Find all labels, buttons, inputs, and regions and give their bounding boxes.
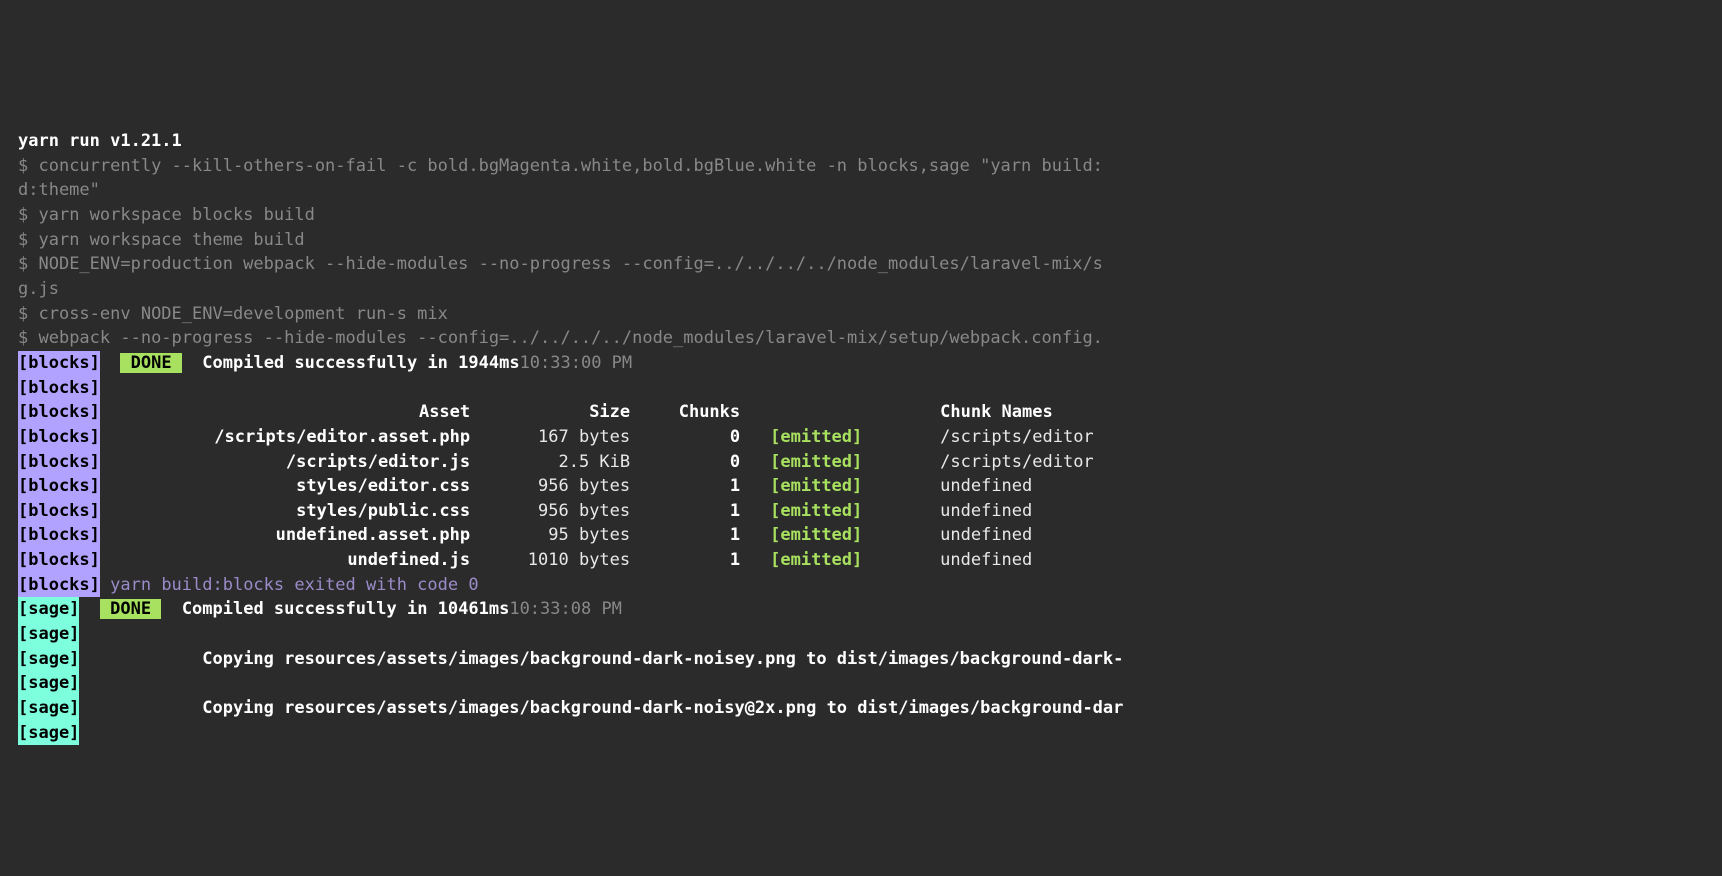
tag-sage: [sage] [18, 622, 79, 647]
chunks-cell: 1 [630, 499, 740, 524]
emitted-cell: [emitted] [740, 499, 910, 524]
prompt: $ [18, 230, 38, 250]
compiled-msg-sage: Compiled successfully in 10461ms [182, 599, 510, 619]
size-cell: 956 bytes [470, 499, 630, 524]
emitted-cell: [emitted] [740, 548, 910, 573]
emitted-cell: [emitted] [740, 523, 910, 548]
asset-cell: undefined.asset.php [110, 523, 470, 548]
chunkname-cell: /scripts/editor [910, 450, 1094, 475]
tag-blocks: [blocks] [18, 376, 100, 401]
cmd-webpack-prod-cont: g.js [18, 279, 59, 299]
chunks-cell: 1 [630, 548, 740, 573]
size-cell: 2.5 KiB [470, 450, 630, 475]
tag-sage: [sage] [18, 721, 79, 746]
chunkname-cell: undefined [910, 499, 1032, 524]
tag-blocks: [blocks] [18, 474, 100, 499]
tag-blocks: [blocks] [18, 450, 100, 475]
emitted-cell: [emitted] [740, 425, 910, 450]
cmd-webpack-prod: NODE_ENV=production webpack --hide-modul… [38, 254, 1102, 274]
col-chunks-hdr: Chunks [630, 400, 740, 425]
tag-blocks: [blocks] [18, 425, 100, 450]
tag-blocks: [blocks] [18, 499, 100, 524]
tag-sage: [sage] [18, 671, 79, 696]
tag-sage: [sage] [18, 696, 79, 721]
cmd-crossenv: cross-env NODE_ENV=development run-s mix [38, 304, 447, 324]
asset-cell: undefined.js [110, 548, 470, 573]
exit-line: yarn build:blocks exited with code 0 [110, 575, 478, 595]
cmd-concurrently: concurrently --kill-others-on-fail -c bo… [38, 156, 1102, 176]
tag-blocks: [blocks] [18, 523, 100, 548]
chunks-cell: 0 [630, 425, 740, 450]
size-cell: 95 bytes [470, 523, 630, 548]
asset-cell: styles/public.css [110, 499, 470, 524]
chunkname-cell: undefined [910, 474, 1032, 499]
cmd-webpack-dev: webpack --no-progress --hide-modules --c… [38, 328, 1102, 348]
col-asset-hdr: Asset [110, 400, 470, 425]
chunkname-cell: /scripts/editor [910, 425, 1094, 450]
asset-cell: styles/editor.css [110, 474, 470, 499]
chunks-cell: 1 [630, 474, 740, 499]
tag-blocks: [blocks] [18, 548, 100, 573]
compiled-msg-blocks: Compiled successfully in 1944ms [202, 353, 519, 373]
chunks-cell: 0 [630, 450, 740, 475]
tag-blocks: [blocks] [18, 573, 100, 598]
cmd-workspace-blocks: yarn workspace blocks build [38, 205, 314, 225]
asset-cell: /scripts/editor.js [110, 450, 470, 475]
tag-sage: [sage] [18, 647, 79, 672]
prompt: $ [18, 304, 38, 324]
size-cell: 1010 bytes [470, 548, 630, 573]
yarn-header: yarn run v1.21.1 [18, 131, 182, 151]
emitted-cell: [emitted] [740, 474, 910, 499]
copying-line-2: Copying resources/assets/images/backgrou… [202, 698, 1123, 718]
col-size-hdr: Size [470, 400, 630, 425]
size-cell: 167 bytes [470, 425, 630, 450]
compiled-time-blocks: 10:33:00 PM [520, 353, 633, 373]
prompt: $ [18, 328, 38, 348]
done-badge-sage: DONE [100, 599, 161, 619]
chunks-cell: 1 [630, 523, 740, 548]
copying-line-1: Copying resources/assets/images/backgrou… [202, 649, 1123, 669]
tag-sage: [sage] [18, 597, 79, 622]
terminal-output: yarn run v1.21.1 $ concurrently --kill-o… [18, 105, 1722, 746]
emitted-cell: [emitted] [740, 450, 910, 475]
col-names-hdr: Chunk Names [910, 400, 1053, 425]
prompt: $ [18, 254, 38, 274]
done-badge-blocks: DONE [120, 353, 181, 373]
chunkname-cell: undefined [910, 548, 1032, 573]
cmd-workspace-theme: yarn workspace theme build [38, 230, 304, 250]
tag-blocks: [blocks] [18, 351, 100, 376]
size-cell: 956 bytes [470, 474, 630, 499]
compiled-time-sage: 10:33:08 PM [509, 599, 622, 619]
prompt: $ [18, 156, 38, 176]
asset-cell: /scripts/editor.asset.php [110, 425, 470, 450]
chunkname-cell: undefined [910, 523, 1032, 548]
prompt: $ [18, 205, 38, 225]
cmd-concurrently-cont: d:theme" [18, 180, 100, 200]
tag-blocks: [blocks] [18, 400, 100, 425]
